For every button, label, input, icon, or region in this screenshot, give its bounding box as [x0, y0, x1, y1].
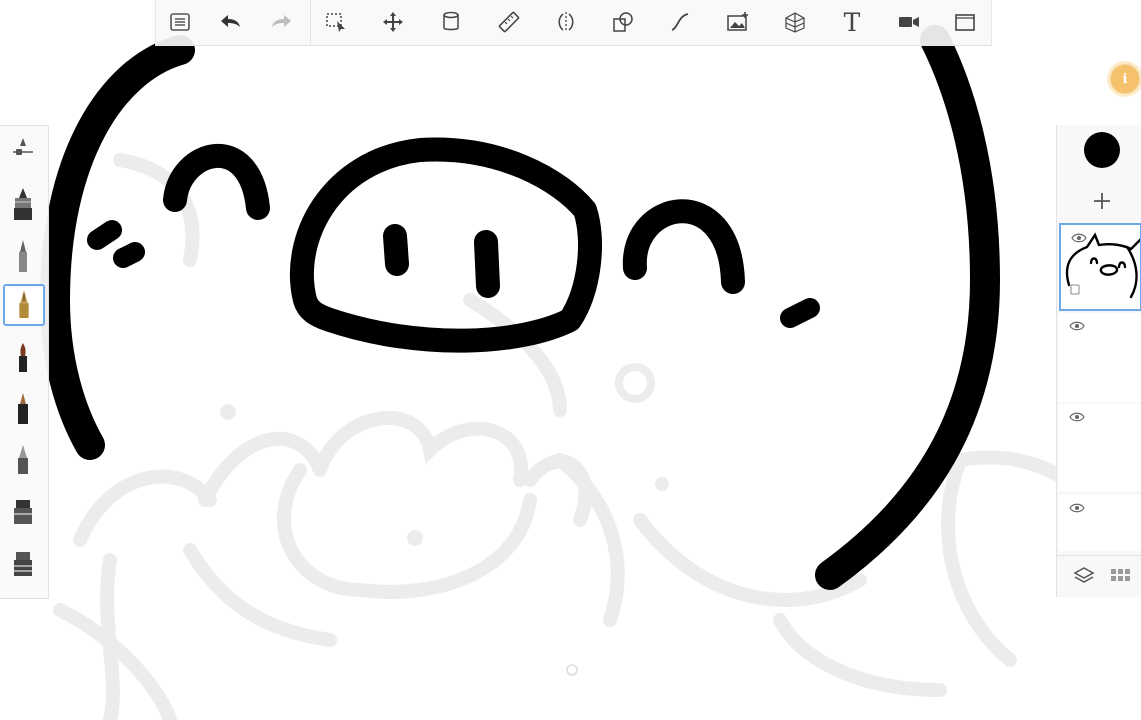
airbrush-icon	[18, 445, 28, 474]
layer-item[interactable]	[1059, 313, 1141, 402]
text-icon: T	[843, 7, 861, 37]
grid-view-icon[interactable]	[1109, 566, 1131, 586]
brush-airbrush[interactable]	[3, 440, 43, 480]
brush-settings-button[interactable]	[3, 128, 43, 168]
layer-item[interactable]	[1059, 223, 1141, 311]
brush-eraser-soft[interactable]	[3, 544, 43, 584]
selection-button[interactable]	[320, 6, 352, 38]
plus-icon	[1094, 193, 1110, 209]
fill-bucket-icon	[443, 11, 459, 31]
fill-button[interactable]	[435, 6, 467, 38]
brush-ink-pen[interactable]	[3, 284, 45, 326]
add-image-icon	[727, 12, 748, 31]
sketchbook-app: T i	[0, 0, 1141, 720]
layer-thumbnail	[1065, 232, 1140, 299]
eye-icon[interactable]	[1069, 503, 1085, 513]
info-button[interactable]: i	[1110, 64, 1140, 94]
layer-item[interactable]	[1059, 404, 1141, 491]
top-toolbar: T	[155, 0, 992, 46]
video-camera-icon	[899, 17, 919, 27]
add-layer-button[interactable]	[1087, 186, 1117, 216]
curve-stroke-icon	[671, 13, 689, 31]
brush-ballpoint-pen[interactable]	[3, 184, 43, 224]
marker-icon	[18, 393, 28, 424]
eraser-hard-icon	[14, 500, 32, 524]
symmetry-button[interactable]	[550, 6, 582, 38]
shapes-button[interactable]	[607, 6, 639, 38]
ballpoint-pen-icon	[14, 188, 32, 220]
canvas-button[interactable]	[949, 6, 981, 38]
brush-settings-icon	[13, 138, 33, 155]
canvas-frame-icon	[955, 14, 975, 31]
info-icon: i	[1122, 71, 1128, 87]
ruler-button[interactable]	[493, 6, 525, 38]
color-swatch[interactable]	[1084, 132, 1120, 168]
layer-panel	[1056, 125, 1141, 597]
lock-icon	[1071, 285, 1079, 294]
redo-button[interactable]	[266, 6, 298, 38]
list-icon	[170, 13, 190, 31]
brush-eraser-hard[interactable]	[3, 492, 43, 532]
eye-icon[interactable]	[1069, 412, 1085, 422]
perspective-button[interactable]	[779, 6, 811, 38]
paint-brush-icon	[19, 343, 27, 372]
ruler-icon	[498, 11, 520, 33]
layer-item[interactable]	[1059, 495, 1141, 551]
perspective-grid-icon	[785, 12, 805, 33]
redo-arrow-icon	[272, 15, 291, 27]
move-arrows-icon	[383, 12, 403, 32]
text-button[interactable]: T	[836, 6, 868, 38]
brush-paint-brush[interactable]	[3, 338, 43, 378]
menu-button[interactable]	[164, 6, 196, 38]
ink-pen-icon	[19, 290, 29, 318]
undo-arrow-icon	[221, 15, 240, 27]
record-button[interactable]	[893, 6, 925, 38]
pencil-icon	[19, 240, 27, 272]
brush-marker[interactable]	[3, 388, 43, 428]
shapes-icon	[613, 12, 633, 32]
drawing-canvas[interactable]	[0, 0, 1141, 720]
brush-palette	[0, 125, 49, 599]
toolbar-separator	[310, 0, 311, 45]
undo-button[interactable]	[214, 6, 246, 38]
transform-button[interactable]	[377, 6, 409, 38]
symmetry-icon	[558, 12, 574, 32]
stroke-button[interactable]	[664, 6, 696, 38]
pig-face-strokes	[40, 25, 1000, 590]
layers-icon[interactable]	[1073, 566, 1095, 586]
eye-icon[interactable]	[1069, 321, 1085, 331]
layer-panel-footer	[1057, 555, 1141, 598]
add-image-button[interactable]	[722, 6, 754, 38]
brush-pencil[interactable]	[3, 236, 43, 276]
eraser-soft-icon	[14, 552, 32, 576]
selection-icon	[326, 13, 345, 32]
